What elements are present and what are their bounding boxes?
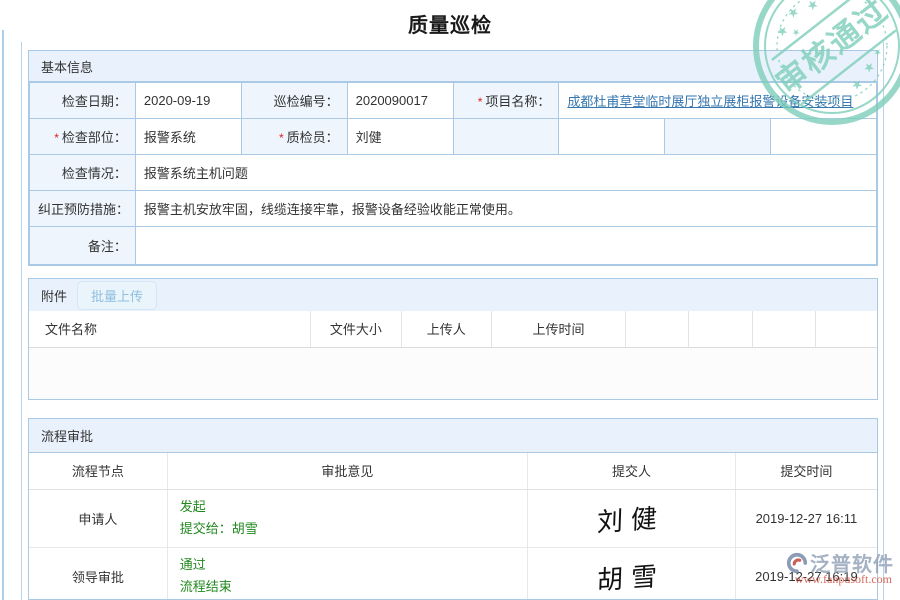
flow-row-applicant: 申请人 发起 提交给：胡雪 刘健 2019-12-27 16:11 xyxy=(29,489,877,547)
empty-label-cell-1 xyxy=(453,119,559,155)
attachments-col-empty-2 xyxy=(689,311,753,347)
required-asterisk: * xyxy=(478,95,483,109)
attachments-section: 附件 批量上传 文件名称 文件大小 上传人 上传时间 xyxy=(28,278,878,400)
check-part-label: *检查部位： xyxy=(30,119,136,155)
remark-label: 备注： xyxy=(30,227,136,265)
attachments-col-empty-3 xyxy=(752,311,815,347)
flow-opinion-line1: 发起 xyxy=(180,496,527,518)
measures-value: 报警主机安放牢固，线缆连接牢靠，报警设备经验收能正常使用。 xyxy=(135,191,876,227)
situation-label: 检查情况： xyxy=(30,155,136,191)
required-asterisk: * xyxy=(54,131,59,145)
page-left-border xyxy=(2,30,4,600)
patrol-no-label: 巡检编号： xyxy=(241,83,347,119)
attachments-title: 附件 xyxy=(41,286,67,305)
basic-info-section: 基本信息 检查日期： 2020-09-19 巡检编号： 2020090017 *… xyxy=(28,50,878,266)
flow-opinion-line1: 通过 xyxy=(180,554,527,576)
quality-inspection-page: 质量巡检 基本信息 检查日期： 2020-09-19 巡检编号： 2020090… xyxy=(0,0,900,600)
attachments-col-empty-1 xyxy=(626,311,689,347)
project-name-cell: 成都杜甫草堂临时展厅独立展柜报警设备安装项目 xyxy=(559,83,877,119)
batch-upload-button[interactable]: 批量上传 xyxy=(77,281,157,310)
check-part-value: 报警系统 xyxy=(135,119,241,155)
empty-label-cell-2 xyxy=(665,119,771,155)
flow-node: 领导审批 xyxy=(29,547,167,600)
approval-flow-title: 流程审批 xyxy=(41,426,93,445)
empty-value-cell-2 xyxy=(771,119,877,155)
basic-info-title: 基本信息 xyxy=(41,57,93,76)
inspector-label: *质检员： xyxy=(241,119,347,155)
measures-label: 纠正预防措施： xyxy=(30,191,136,227)
flow-opinion: 发起 提交给：胡雪 xyxy=(167,489,527,547)
basic-info-header: 基本信息 xyxy=(29,51,877,82)
flow-col-node: 流程节点 xyxy=(29,453,167,489)
project-name-label: *项目名称： xyxy=(453,83,559,119)
situation-value: 报警系统主机问题 xyxy=(135,155,876,191)
attachments-col-upload-time: 上传时间 xyxy=(491,311,626,347)
flow-opinion-line2: 流程结束 xyxy=(180,576,527,598)
flow-node: 申请人 xyxy=(29,489,167,547)
approval-flow-section: 流程审批 流程节点 审批意见 提交人 提交时间 申请人 发起 提交给：胡雪 刘健 xyxy=(28,418,878,600)
attachments-table: 文件名称 文件大小 上传人 上传时间 xyxy=(29,311,877,348)
flow-col-time: 提交时间 xyxy=(735,453,877,489)
content-right-border xyxy=(883,42,884,600)
patrol-no-value: 2020090017 xyxy=(347,83,453,119)
attachments-header: 附件 批量上传 xyxy=(29,279,877,311)
empty-value-cell-1 xyxy=(559,119,665,155)
page-title: 质量巡检 xyxy=(0,9,900,38)
flow-row-leader-approval: 领导审批 通过 流程结束 胡雪 2019-12-27 16:19 xyxy=(29,547,877,600)
approval-flow-header: 流程审批 xyxy=(29,419,877,453)
flow-opinion-line2: 提交给：胡雪 xyxy=(180,518,527,540)
attachments-col-file-size: 文件大小 xyxy=(311,311,402,347)
flow-submit-time: 2019-12-27 16:11 xyxy=(735,489,877,547)
flow-col-opinion: 审批意见 xyxy=(167,453,527,489)
flow-col-submitter: 提交人 xyxy=(528,453,736,489)
attachments-empty-area xyxy=(29,348,877,399)
attachments-col-empty-4 xyxy=(815,311,877,347)
required-asterisk: * xyxy=(279,131,284,145)
remark-value xyxy=(135,227,876,265)
project-link[interactable]: 成都杜甫草堂临时展厅独立展柜报警设备安装项目 xyxy=(567,94,853,109)
flow-opinion: 通过 流程结束 xyxy=(167,547,527,600)
check-date-value: 2020-09-19 xyxy=(135,83,241,119)
handwritten-signature: 胡雪 xyxy=(597,555,666,597)
handwritten-signature: 刘健 xyxy=(597,497,666,539)
attachments-col-uploader: 上传人 xyxy=(401,311,491,347)
inspector-value: 刘健 xyxy=(347,119,453,155)
flow-signature-cell: 胡雪 xyxy=(528,547,736,600)
approval-flow-table: 流程节点 审批意见 提交人 提交时间 申请人 发起 提交给：胡雪 刘健 2019… xyxy=(29,453,877,600)
attachments-col-file-name: 文件名称 xyxy=(29,311,311,347)
flow-submit-time: 2019-12-27 16:19 xyxy=(735,547,877,600)
basic-info-table: 检查日期： 2020-09-19 巡检编号： 2020090017 *项目名称：… xyxy=(29,82,877,265)
check-date-label: 检查日期： xyxy=(30,83,136,119)
flow-signature-cell: 刘健 xyxy=(528,489,736,547)
content-left-border xyxy=(21,42,22,600)
